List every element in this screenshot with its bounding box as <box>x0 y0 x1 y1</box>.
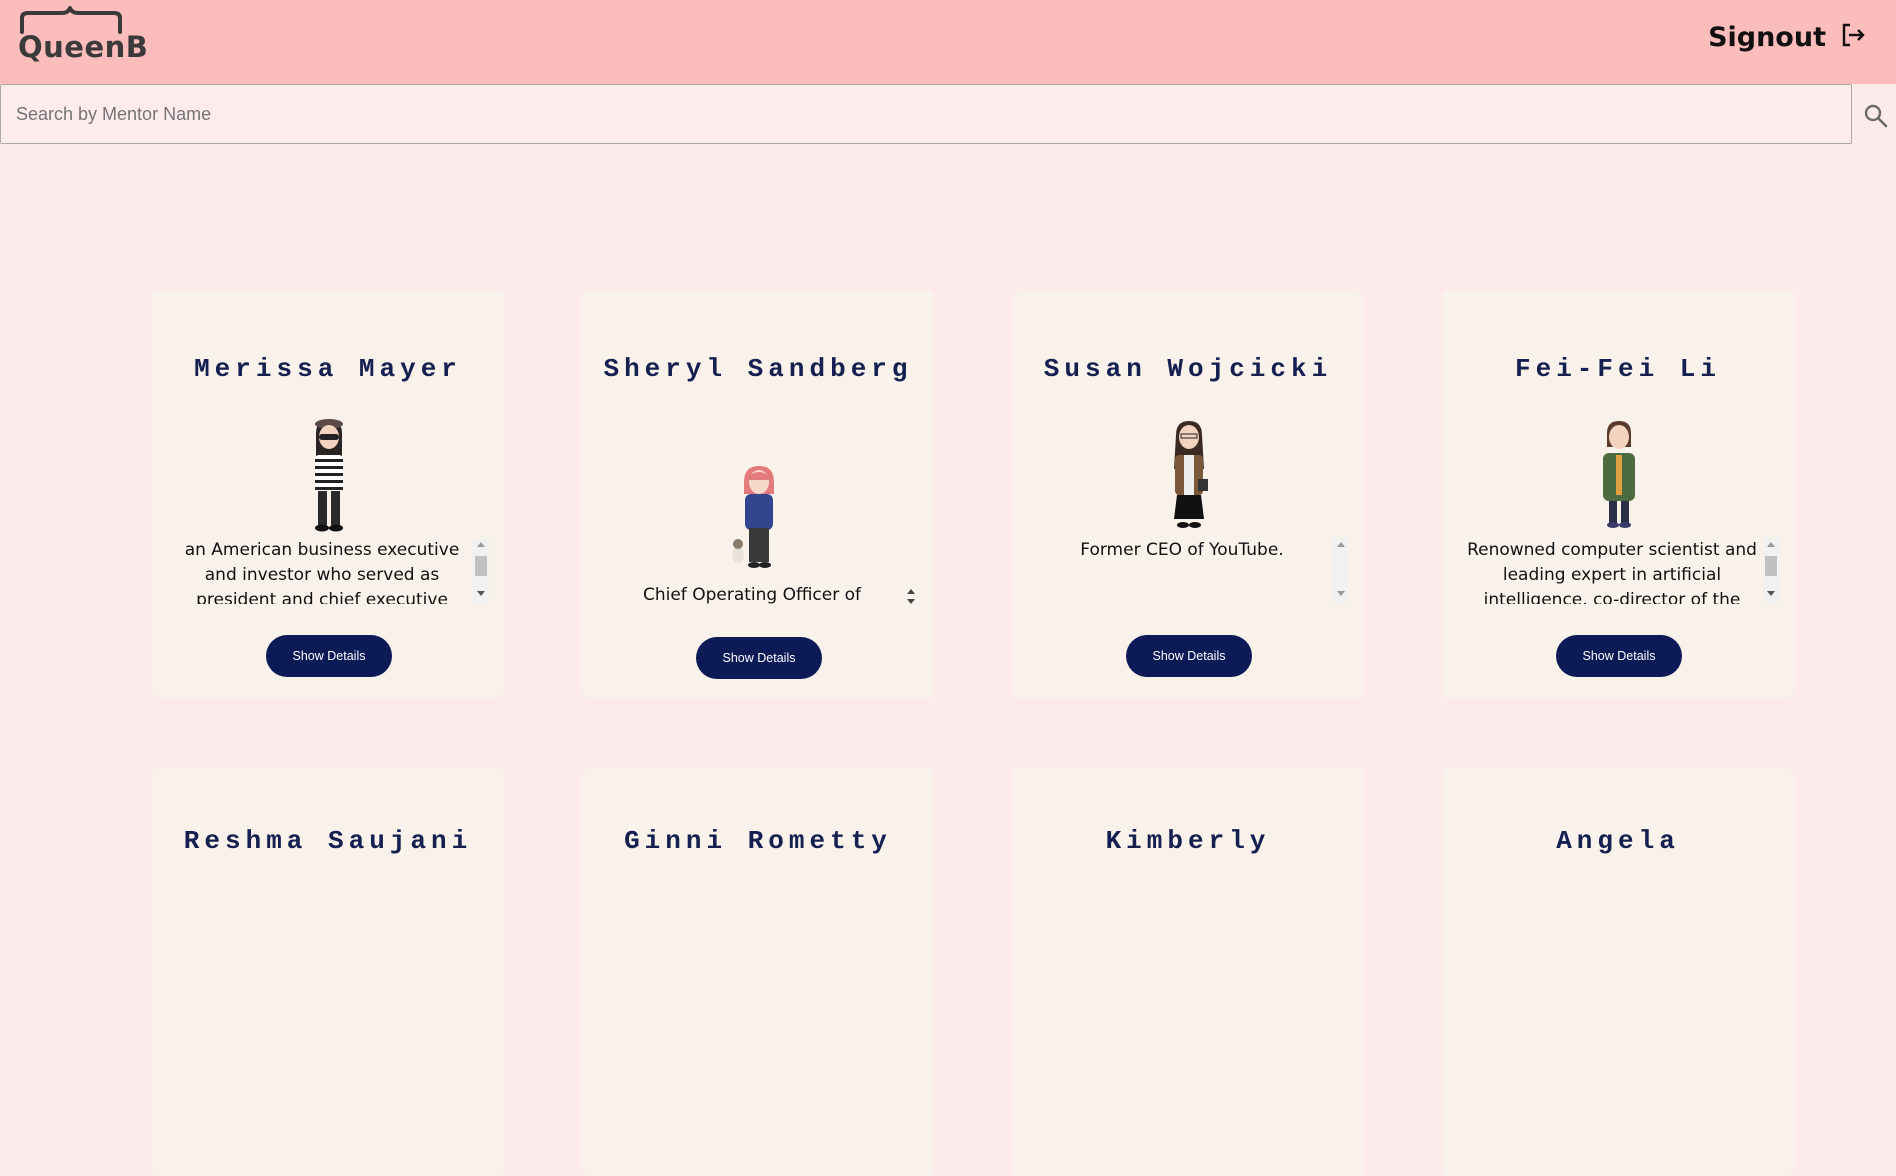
mentor-name: Angela <box>1556 826 1680 856</box>
mentor-description-box[interactable]: an American business executive and inves… <box>177 538 497 604</box>
mentor-name: Fei-Fei Li <box>1514 354 1722 384</box>
mentor-name: Merissa Mayer <box>194 354 462 384</box>
show-details-button[interactable]: Show Details <box>696 637 822 679</box>
avatar-mentor <box>732 466 774 568</box>
show-details-button[interactable]: Show Details <box>1556 635 1682 677</box>
mentor-card: Kimberly <box>1012 768 1364 1176</box>
mentor-name: Ginni Rometty <box>624 826 892 856</box>
mentor-grid: Merissa Mayer an American business execu… <box>0 0 1896 1176</box>
mentor-card: Merissa Mayer an American business execu… <box>152 290 504 698</box>
mentor-card: Fei-Fei Li Renowned computer scientist a… <box>1442 290 1794 698</box>
mentor-description: an American business executive and inves… <box>184 540 460 604</box>
mentor-card: Sheryl Sandberg Chief Operating Officer … <box>582 290 934 698</box>
mentor-card: Reshma Saujani <box>152 768 504 1176</box>
description-scrollbar[interactable] <box>1763 538 1779 602</box>
show-details-button[interactable]: Show Details <box>266 635 392 677</box>
mentor-description-box[interactable]: Former CEO of YouTube. <box>1037 538 1357 604</box>
description-scrollbar[interactable] <box>1333 538 1349 602</box>
mentor-name: Sheryl Sandberg <box>603 354 913 384</box>
mentor-card: Ginni Rometty <box>582 768 934 1176</box>
mentor-description-box[interactable]: Chief Operating Officer of <box>607 583 927 613</box>
mentor-name: Kimberly <box>1105 826 1271 856</box>
mentor-description: Former CEO of YouTube. <box>1080 540 1284 560</box>
description-scrollbar[interactable] <box>905 586 917 610</box>
mentor-name: Susan Wojcicki <box>1043 354 1333 384</box>
mentor-description: Chief Operating Officer of <box>642 585 861 605</box>
avatar-mentor <box>315 419 343 532</box>
mentor-name: Reshma Saujani <box>183 826 473 856</box>
description-scrollbar[interactable] <box>473 538 489 602</box>
show-details-button[interactable]: Show Details <box>1126 635 1252 677</box>
avatar-mentor <box>1174 421 1208 528</box>
mentor-card: Susan Wojcicki Former CEO of YouTube. Sh… <box>1012 290 1364 698</box>
mentor-description-box[interactable]: Renowned computer scientist and leading … <box>1467 538 1787 604</box>
mentor-card: Angela <box>1442 768 1794 1176</box>
mentor-description: Renowned computer scientist and leading … <box>1467 540 1757 604</box>
avatar-mentor <box>1603 421 1635 528</box>
